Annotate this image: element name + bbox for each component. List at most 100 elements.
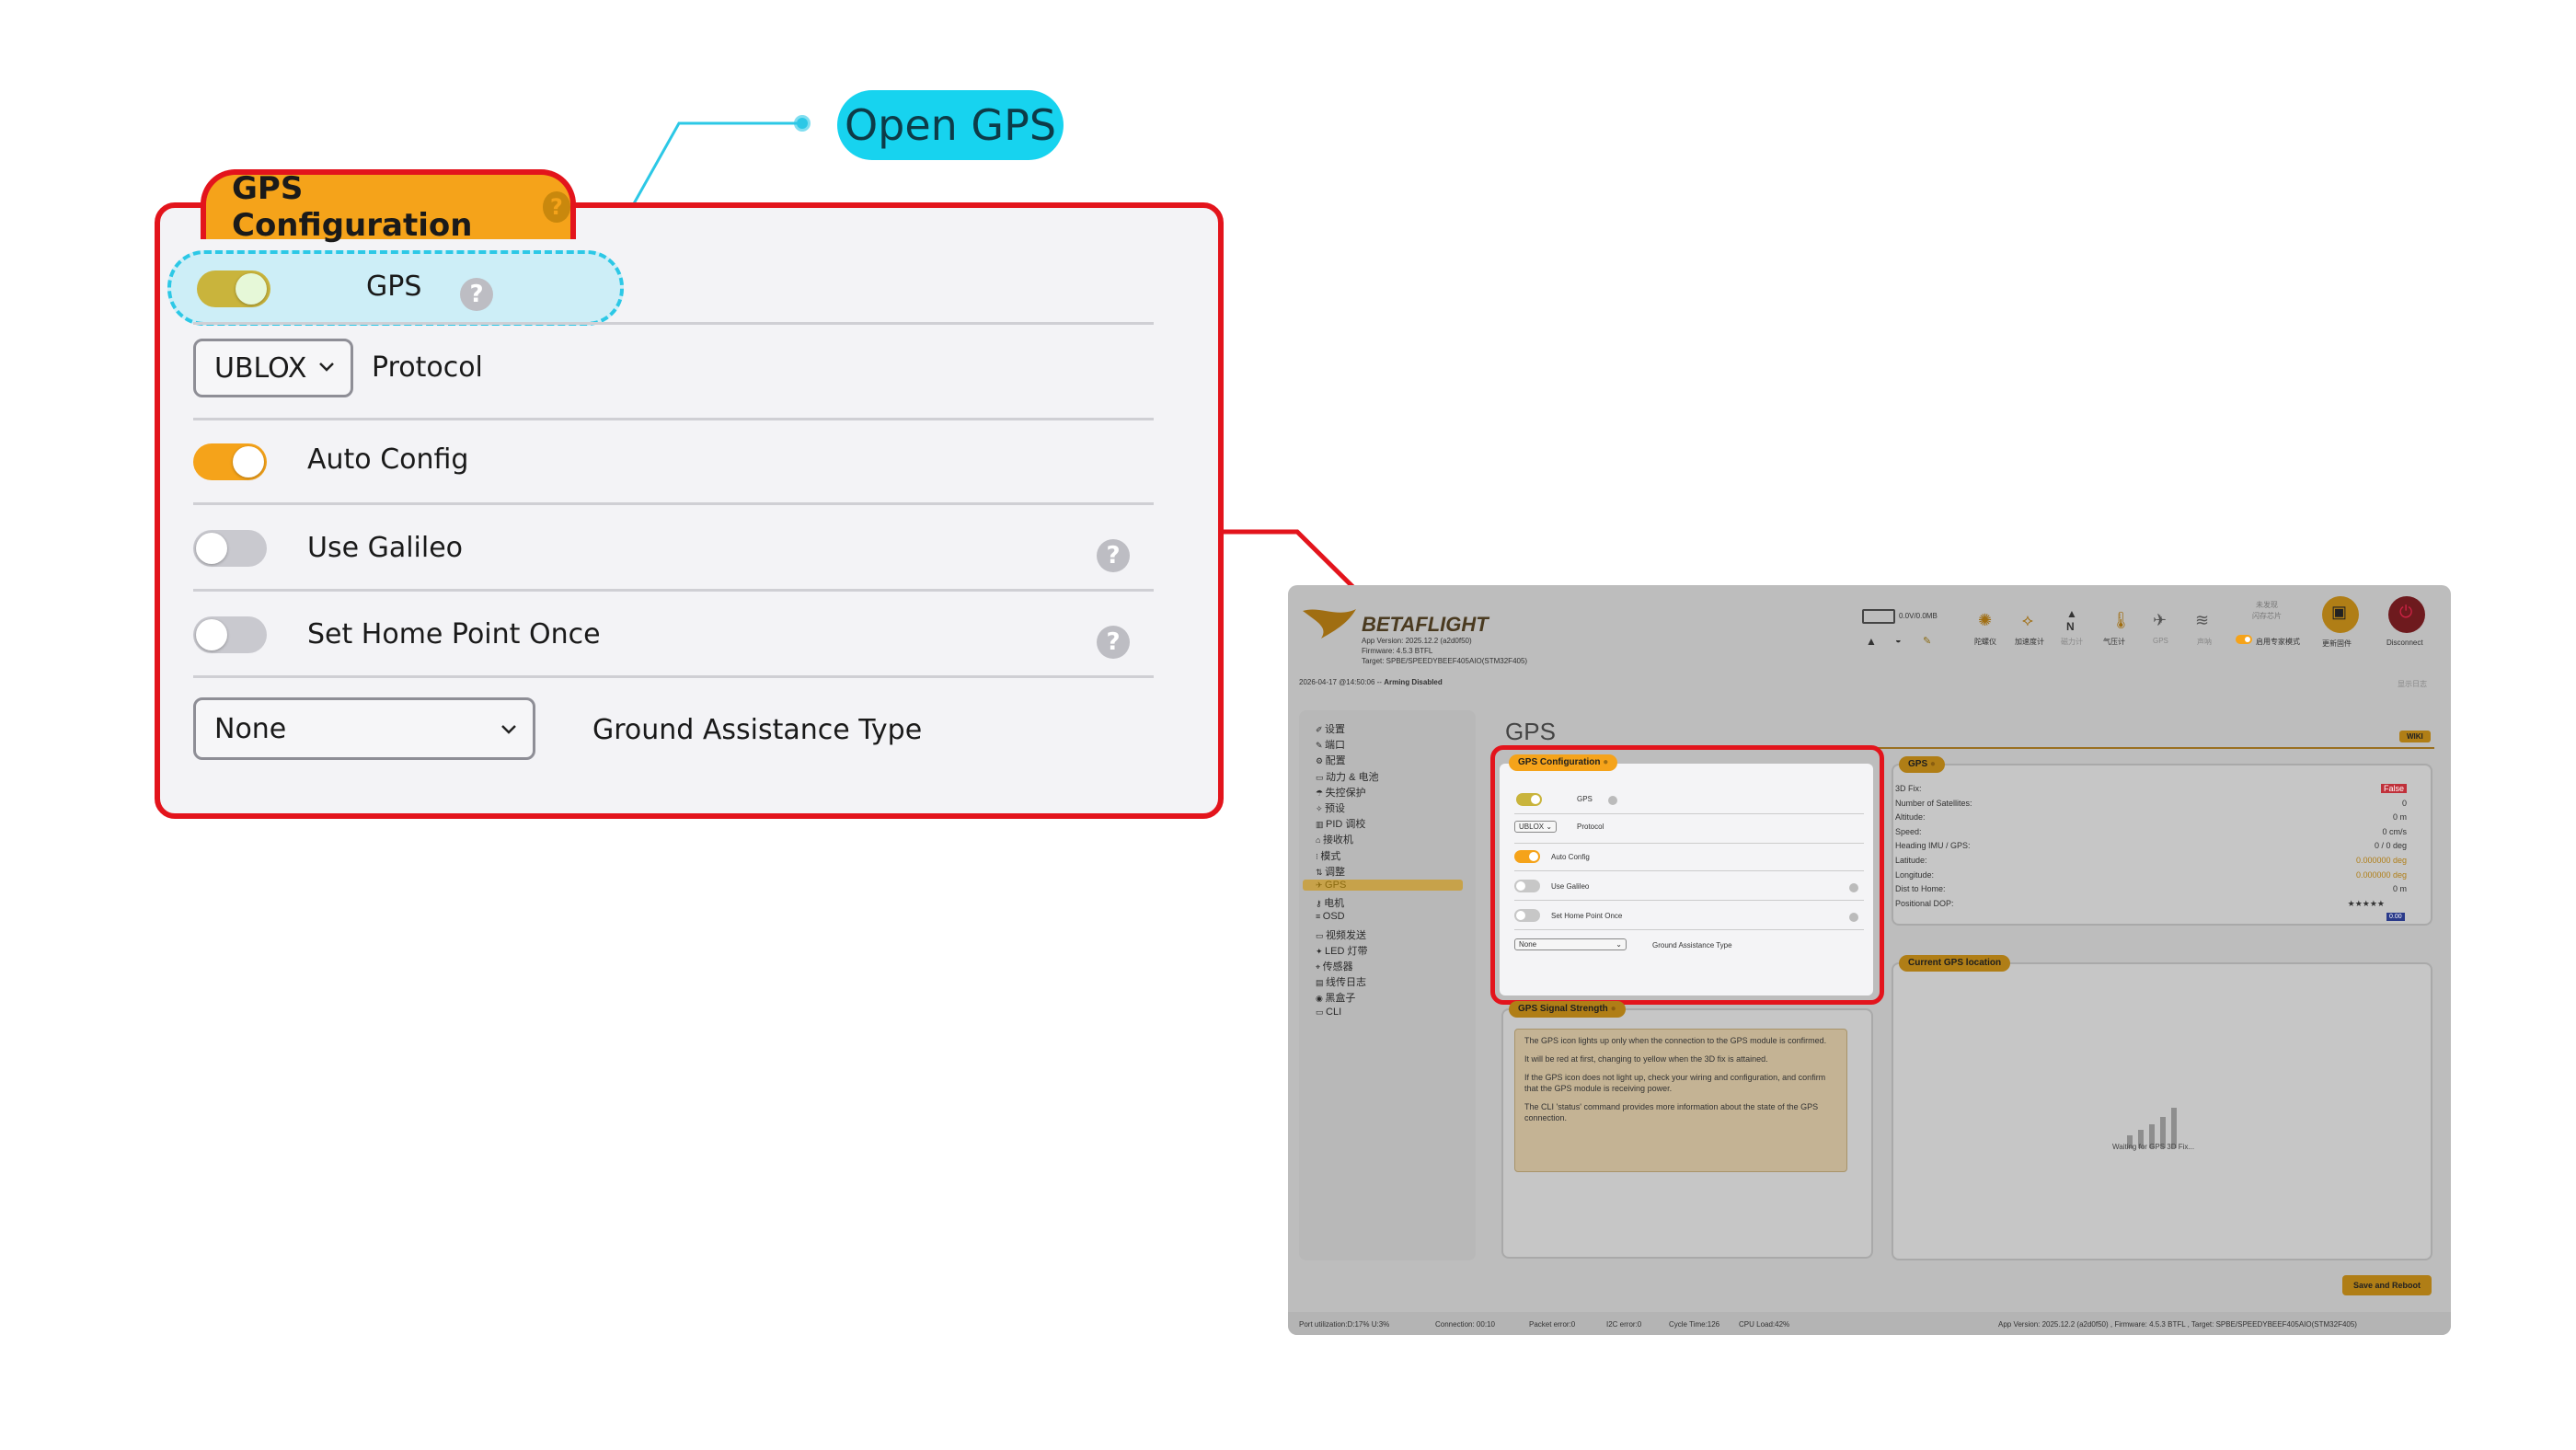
protocol-select[interactable]: UBLOX (193, 339, 353, 397)
divider (193, 418, 1154, 420)
nav-icon: ⚙ (1316, 756, 1326, 766)
status-i2c: I2C error:0 (1606, 1320, 1642, 1329)
nav-icon: ≡ (1316, 912, 1323, 922)
sidebar-item[interactable]: ▭ CLI (1316, 1007, 1341, 1018)
sidebar-item[interactable]: ≡ OSD (1316, 911, 1345, 922)
sidebar-item[interactable]: ✈ GPS (1303, 880, 1463, 891)
plug-icon: ⏻ (2399, 603, 2413, 621)
sidebar-item[interactable]: ⁝ 模式 (1316, 848, 1340, 863)
divider (193, 675, 1154, 678)
chevron-down-icon (319, 362, 334, 372)
auto-config-label: Auto Config (307, 443, 469, 476)
set-home-help-icon[interactable]: ? (1097, 626, 1130, 659)
dop-badge: 0.00 (2386, 913, 2405, 921)
use-galileo-help-icon[interactable]: ? (1097, 539, 1130, 572)
nav-icon: ✐ (1316, 725, 1326, 734)
show-log-link[interactable]: 显示日志 (2398, 679, 2427, 689)
mini-galileo-label: Use Galileo (1551, 882, 1590, 891)
sidebar-item[interactable]: ⌖ 传感器 (1316, 959, 1353, 973)
mini-ground-select[interactable]: None ⌄ (1514, 938, 1627, 950)
wiki-button[interactable]: WIKI (2399, 731, 2431, 742)
sensor-label-mag: 磁力计 (2061, 638, 2083, 646)
mini-auto-config-toggle[interactable] (1514, 850, 1540, 863)
mini-help-icon[interactable] (1849, 913, 1858, 922)
gps-help-icon[interactable]: ? (460, 278, 493, 311)
sensor-label-accel: 加速度计 (2015, 638, 2044, 646)
status-packet: Packet error:0 (1529, 1320, 1576, 1329)
sidebar-item[interactable]: ✧ 预设 (1316, 800, 1345, 815)
set-home-toggle[interactable] (193, 616, 267, 653)
ground-assistance-select[interactable]: None (193, 697, 535, 760)
gps-row-value: 0 (2401, 798, 2407, 808)
gps-row-key: Heading IMU / GPS: (1895, 841, 1971, 851)
sidebar-item[interactable]: ⚙ 配置 (1316, 753, 1346, 767)
mini-auto-config-label: Auto Config (1551, 853, 1590, 861)
mag-sensor-icon: ▲ N (2066, 607, 2077, 633)
sidebar-item-label: 配置 (1325, 755, 1346, 767)
sidebar-item[interactable]: ▭ 视频发送 (1316, 927, 1366, 942)
mini-protocol-select[interactable]: UBLOX ⌄ (1514, 821, 1558, 833)
sidebar-item[interactable]: ✐ 设置 (1316, 721, 1345, 736)
logo-text: BETAFLIGHT (1362, 613, 1489, 636)
accel-sensor-icon: ⟡ (2022, 611, 2033, 629)
nav-icon: ▤ (1316, 978, 1327, 988)
status-port: Port utilization:D:17% U:3% (1299, 1320, 1390, 1329)
sidebar-item[interactable]: ▭ 动力 & 电池 (1316, 769, 1378, 784)
gps-row-value: 0.000000 deg (2355, 869, 2407, 880)
use-galileo-toggle[interactable] (193, 530, 267, 567)
sensor-label-sonar: 声呐 (2197, 638, 2212, 646)
gps-row-key: Speed: (1895, 826, 1922, 836)
sensor-label-gps: GPS (2153, 637, 2168, 645)
gyro-sensor-icon: ✺ (1978, 611, 1993, 629)
nav-icon: ▭ (1316, 772, 1327, 782)
sidebar-item[interactable]: ▤ 线传日志 (1316, 974, 1366, 989)
gps-row-value: 0 cm/s (2382, 826, 2407, 836)
help-icon[interactable]: ? (542, 191, 570, 223)
nav-icon: ⌖ (1316, 962, 1323, 972)
gps-toggle[interactable] (197, 270, 270, 307)
nav-icon: ⌂ (1316, 835, 1323, 846)
sidebar-item-label: 接收机 (1322, 834, 1353, 846)
sidebar-item-label: GPS (1325, 880, 1347, 891)
sidebar-item[interactable]: ⇅ 调整 (1316, 864, 1345, 879)
nav-icon: ⚷ (1316, 899, 1325, 909)
sidebar-item[interactable]: ✦ LED 灯带 (1316, 943, 1368, 958)
auto-config-toggle[interactable] (193, 443, 267, 480)
mini-help-icon[interactable] (1849, 883, 1858, 892)
flash-status-1: 未发现 (2256, 601, 2278, 609)
signal-text-4: The CLI 'status' command provides more i… (1524, 1102, 1819, 1122)
datetime: 2026-04-17 @14:50:06 -- Arming Disabled (1299, 678, 1443, 686)
chevron-down-icon (501, 725, 516, 734)
mini-help-icon[interactable] (1608, 796, 1617, 805)
expert-mode-toggle[interactable] (2236, 635, 2252, 644)
sidebar-item[interactable]: ☂ 失控保护 (1316, 785, 1366, 800)
nav-icon: ✎ (1316, 741, 1326, 751)
signal-text-2: It will be red at first, changing to yel… (1524, 1054, 1768, 1064)
signal-info-panel: The GPS icon lights up only when the con… (1514, 1029, 1847, 1172)
sidebar-item[interactable]: ⌂ 接收机 (1316, 832, 1353, 846)
sidebar-item[interactable]: ⚷ 电机 (1316, 895, 1344, 910)
sidebar-item-label: CLI (1326, 1006, 1342, 1018)
sidebar-item[interactable]: ✎ 端口 (1316, 737, 1345, 752)
gps-config-pill: GPS Configuration ● (1509, 754, 1618, 771)
save-reboot-button[interactable]: Save and Reboot (2342, 1275, 2432, 1295)
mini-divider (1514, 870, 1864, 871)
mini-gps-toggle[interactable] (1516, 793, 1542, 806)
gps-config-title: GPS Configuration (232, 170, 473, 244)
mini-home-toggle[interactable] (1514, 909, 1540, 922)
gps-row-value: 0 m (2392, 884, 2407, 894)
sidebar-item[interactable]: ◉ 黑盒子 (1316, 990, 1355, 1005)
status-cycle: Cycle Time:126 (1669, 1320, 1720, 1329)
gps-row-key: Number of Satellites: (1895, 798, 1972, 808)
sidebar-item-label: 黑盒子 (1325, 993, 1356, 1005)
gps-row-key: 3D Fix: (1895, 784, 1922, 793)
gps-row-value: 0 m (2392, 812, 2407, 823)
battery-icon (1862, 609, 1895, 624)
sidebar-item-label: 模式 (1320, 850, 1341, 862)
sidebar-item[interactable]: ▥ PID 调校 (1316, 816, 1365, 831)
nav-icon: ▥ (1316, 820, 1327, 830)
mini-galileo-toggle[interactable] (1514, 880, 1540, 892)
expert-mode-label: 启用专家模式 (2256, 638, 2300, 646)
gps-label: GPS (366, 270, 422, 303)
status-connection: Connection: 00:10 (1435, 1320, 1495, 1329)
